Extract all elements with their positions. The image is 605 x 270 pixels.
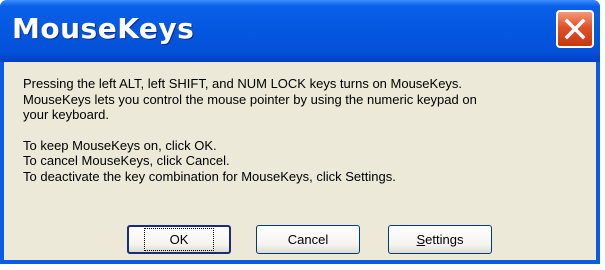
message-line: To cancel MouseKeys, click Cancel. xyxy=(23,153,230,168)
cancel-button-label: Cancel xyxy=(287,232,329,247)
message-text: Pressing the left ALT, left SHIFT, and N… xyxy=(23,76,588,184)
button-row: OK Cancel Settings xyxy=(4,225,596,255)
close-icon xyxy=(564,18,586,40)
mousekeys-dialog: MouseKeys Pressing the left ALT, left SH… xyxy=(0,0,600,264)
cancel-button[interactable]: Cancel xyxy=(256,225,360,254)
message-line: To keep MouseKeys on, click OK. xyxy=(23,137,217,153)
message-line: MouseKeys lets you control the mouse poi… xyxy=(23,91,477,107)
message-line: To deactivate the key combination for Mo… xyxy=(23,168,396,184)
message-line: Pressing the left ALT, left SHIFT, and N… xyxy=(23,76,463,91)
ok-button-label: OK xyxy=(143,228,215,251)
close-button[interactable] xyxy=(556,10,594,48)
dialog-body: Pressing the left ALT, left SHIFT, and N… xyxy=(4,62,596,260)
ok-button[interactable]: OK xyxy=(127,225,231,254)
window-title: MouseKeys xyxy=(12,12,195,45)
title-bar[interactable]: MouseKeys xyxy=(0,0,600,62)
settings-button[interactable]: Settings xyxy=(388,225,492,254)
settings-button-label: Settings xyxy=(416,232,464,247)
message-line: your keyboard. xyxy=(23,107,109,122)
